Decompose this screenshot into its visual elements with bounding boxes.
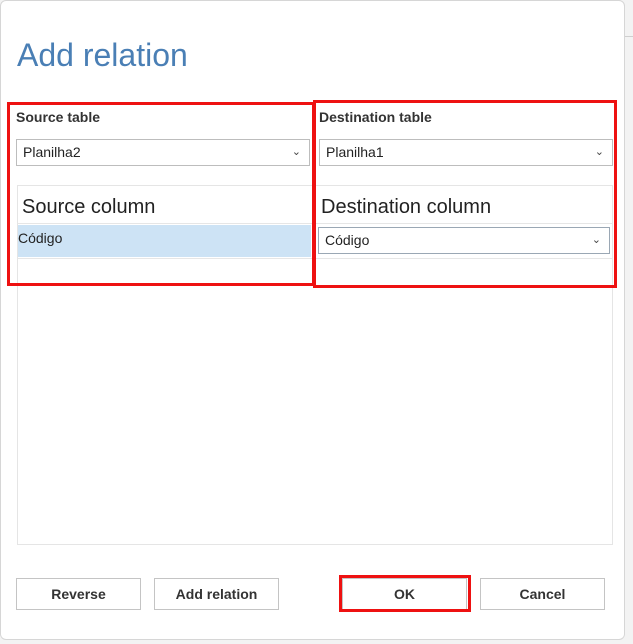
cancel-button[interactable]: Cancel	[480, 578, 605, 610]
destination-highlight-box	[313, 100, 617, 288]
background-strip	[625, 0, 633, 644]
ok-highlight-box	[339, 575, 471, 612]
source-highlight-box	[7, 102, 315, 286]
reverse-button[interactable]: Reverse	[16, 578, 141, 610]
background-divider	[625, 36, 633, 37]
dialog-title: Add relation	[17, 37, 188, 73]
add-relation-dialog: Add relation Source table Planilha2 ⌄ De…	[0, 0, 625, 640]
add-relation-button[interactable]: Add relation	[154, 578, 279, 610]
